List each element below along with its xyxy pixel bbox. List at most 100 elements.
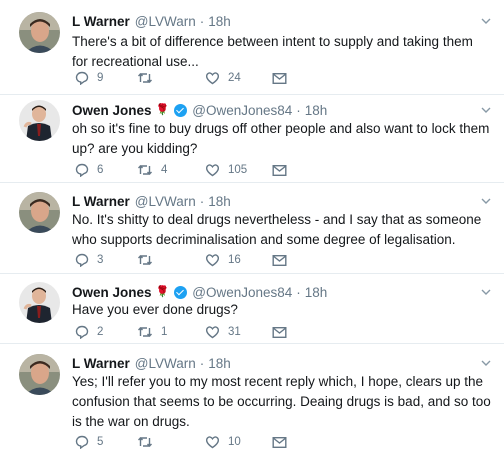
like-count: 31 [228, 326, 241, 338]
retweet-icon [138, 73, 152, 83]
timestamp[interactable]: 18h [305, 285, 328, 300]
like-button[interactable]: 24 [205, 70, 241, 86]
tweet[interactable]: Owen Jones 🌹 @OwenJones84 · 18h Have you… [0, 274, 504, 344]
tweet-actions: 9 24 [72, 70, 292, 86]
tweet-header: L Warner @LVWarn · 18h [72, 13, 231, 30]
reply-button[interactable]: 6 [75, 162, 103, 178]
tweet-actions: 5 10 [72, 434, 292, 450]
retweet-button[interactable]: 1 [137, 324, 167, 340]
like-button[interactable]: 16 [205, 252, 241, 268]
reply-button[interactable]: 9 [75, 70, 103, 86]
user-handle[interactable]: @LVWarn [135, 14, 196, 29]
like-icon [206, 72, 219, 85]
like-icon [206, 254, 219, 267]
rose-emoji: 🌹 [155, 104, 170, 116]
avatar[interactable] [19, 354, 60, 395]
tweet-text: oh so it's fine to buy drugs off other p… [72, 121, 490, 156]
reply-icon [75, 435, 89, 449]
separator-dot: · [199, 194, 205, 209]
tweet[interactable]: L Warner @LVWarn · 18h There's a bit of … [0, 0, 504, 95]
message-icon [272, 436, 287, 448]
direct-message-button[interactable] [272, 324, 287, 340]
tweet-header: Owen Jones 🌹 @OwenJones84 · 18h [72, 284, 327, 301]
tweet[interactable]: Owen Jones 🌹 @OwenJones84 · 18h oh so it… [0, 95, 504, 183]
message-icon [272, 326, 287, 338]
like-button[interactable]: 105 [205, 162, 247, 178]
like-icon [206, 164, 219, 177]
chevron-down-icon[interactable] [480, 104, 492, 116]
separator-dot: · [199, 14, 205, 29]
chevron-down-icon[interactable] [480, 15, 492, 27]
timestamp[interactable]: 18h [208, 194, 231, 209]
display-name[interactable]: L Warner [72, 194, 130, 209]
verified-badge-icon [174, 104, 188, 117]
direct-message-button[interactable] [272, 252, 287, 268]
avatar[interactable] [19, 12, 60, 53]
reply-button[interactable]: 5 [75, 434, 103, 450]
tweet-text: Have you ever done drugs? [72, 302, 238, 317]
direct-message-button[interactable] [272, 162, 287, 178]
display-name[interactable]: Owen Jones [72, 103, 152, 118]
display-name[interactable]: L Warner [72, 356, 130, 371]
tweet-header: L Warner @LVWarn · 18h [72, 193, 231, 210]
reply-count: 5 [97, 436, 104, 448]
retweet-icon [138, 165, 152, 175]
retweet-icon [138, 255, 152, 265]
retweet-button[interactable] [137, 252, 161, 268]
like-button[interactable]: 31 [205, 324, 241, 340]
like-button[interactable]: 10 [205, 434, 241, 450]
timestamp[interactable]: 18h [208, 356, 231, 371]
rose-emoji: 🌹 [155, 286, 170, 298]
retweet-count: 4 [161, 164, 168, 176]
reply-button[interactable]: 3 [75, 252, 103, 268]
retweet-icon [138, 327, 152, 337]
verified-badge-icon [174, 286, 188, 299]
reply-icon [75, 253, 89, 267]
message-icon [272, 164, 287, 176]
direct-message-button[interactable] [272, 70, 287, 86]
tweet[interactable]: L Warner @LVWarn · 18h Yes; I'll refer y… [0, 344, 504, 463]
user-handle[interactable]: @OwenJones84 [192, 285, 292, 300]
tweet[interactable]: L Warner @LVWarn · 18h No. It's shitty t… [0, 183, 504, 274]
separator-dot: · [199, 356, 205, 371]
like-count: 10 [228, 436, 241, 448]
avatar[interactable] [19, 192, 60, 233]
retweet-button[interactable] [137, 434, 161, 450]
reply-button[interactable]: 2 [75, 324, 103, 340]
retweet-icon [138, 437, 152, 447]
direct-message-button[interactable] [272, 434, 287, 450]
tweet-actions: 3 16 [72, 252, 292, 268]
chevron-down-icon[interactable] [480, 357, 492, 369]
tweet-header: L Warner @LVWarn · 18h [72, 355, 231, 372]
retweet-button[interactable]: 4 [137, 162, 167, 178]
chevron-down-icon[interactable] [480, 195, 492, 207]
reply-count: 3 [97, 254, 104, 266]
avatar[interactable] [19, 282, 60, 323]
display-name[interactable]: Owen Jones [72, 285, 152, 300]
display-name[interactable]: L Warner [72, 14, 130, 29]
user-handle[interactable]: @LVWarn [135, 356, 196, 371]
like-icon [206, 326, 219, 339]
reply-icon [75, 71, 89, 85]
reply-icon [75, 325, 89, 339]
timestamp[interactable]: 18h [305, 103, 328, 118]
like-count: 105 [228, 164, 248, 176]
retweet-button[interactable] [137, 70, 161, 86]
timestamp[interactable]: 18h [208, 14, 231, 29]
retweet-count: 1 [161, 326, 168, 338]
chevron-down-icon[interactable] [480, 286, 492, 298]
reply-count: 9 [97, 72, 104, 84]
tweet-actions: 6 4 105 [72, 162, 292, 178]
like-count: 24 [228, 72, 241, 84]
message-icon [272, 254, 287, 266]
tweet-text: No. It's shitty to deal drugs neverthele… [72, 212, 482, 247]
reply-count: 6 [97, 164, 104, 176]
tweet-actions: 2 1 31 [72, 324, 292, 340]
separator-dot: · [296, 103, 301, 118]
avatar[interactable] [19, 100, 60, 141]
tweet-header: Owen Jones 🌹 @OwenJones84 · 18h [72, 102, 327, 119]
user-handle[interactable]: @LVWarn [135, 194, 196, 209]
user-handle[interactable]: @OwenJones84 [192, 103, 292, 118]
like-icon [206, 436, 219, 449]
separator-dot: · [296, 285, 301, 300]
